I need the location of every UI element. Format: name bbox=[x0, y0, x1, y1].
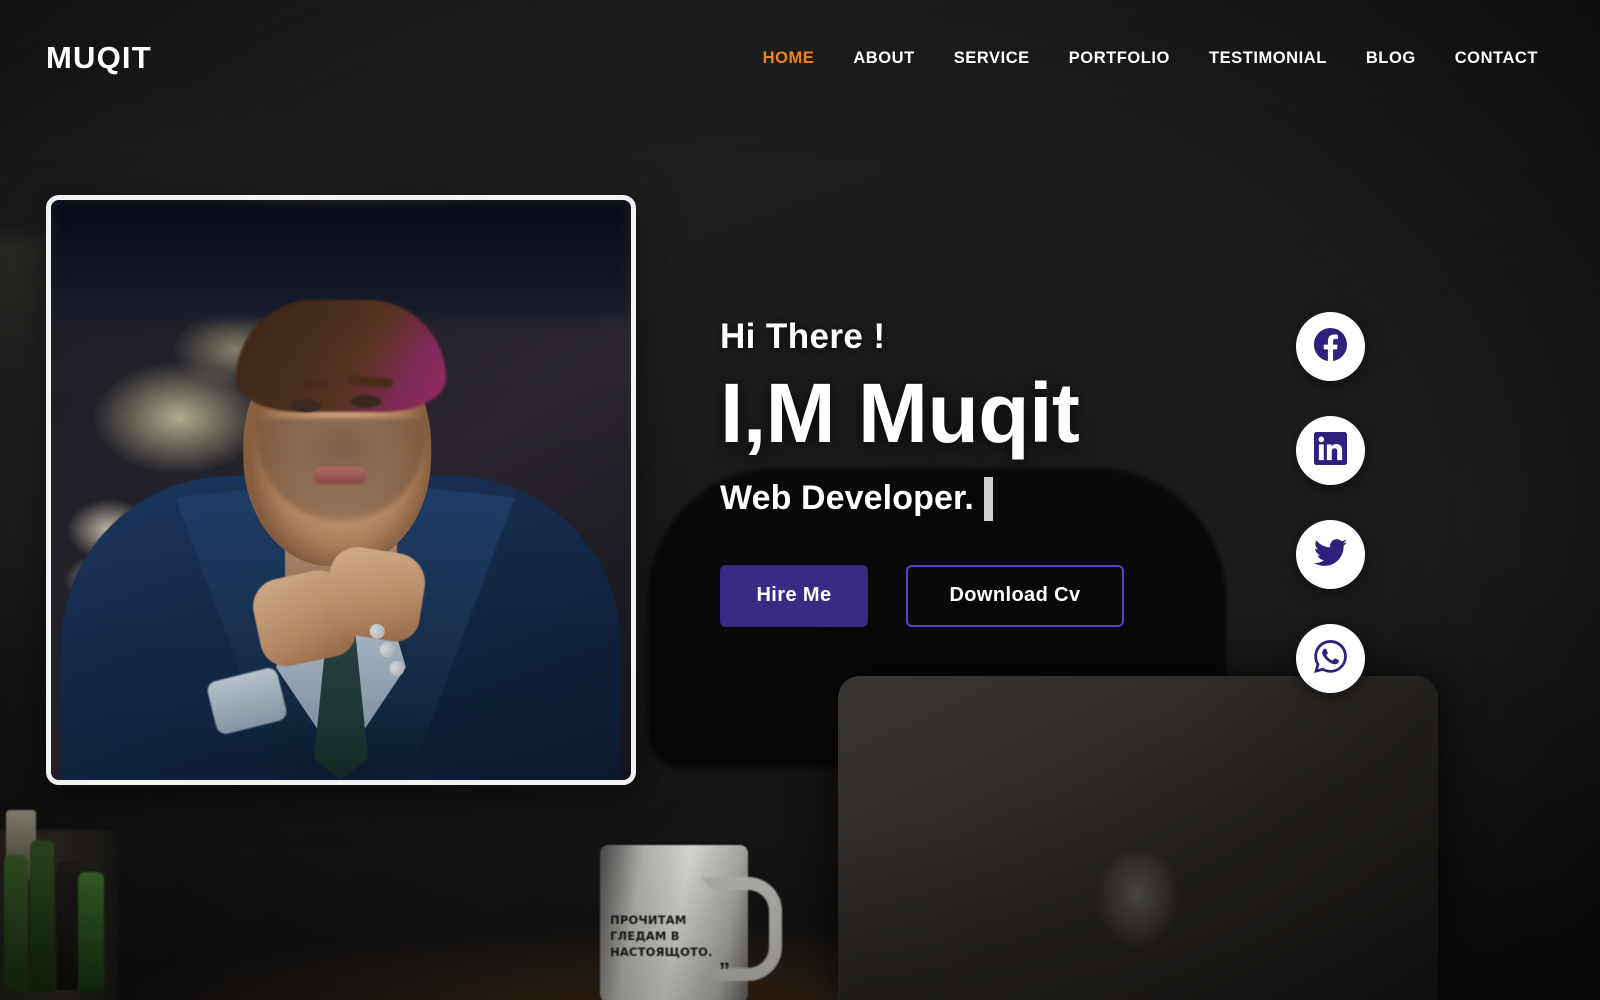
profile-photo-frame bbox=[46, 195, 636, 785]
twitter-icon bbox=[1314, 536, 1347, 574]
profile-photo bbox=[51, 200, 631, 780]
background-mug: ПРОЧИТАМ ГЛЕДАМ В НАСТОЯЩОТО. ” bbox=[600, 845, 748, 1000]
nav-item-portfolio[interactable]: PORTFOLIO bbox=[1069, 49, 1170, 68]
nav-item-contact[interactable]: CONTACT bbox=[1455, 49, 1538, 68]
typing-caret-icon bbox=[983, 476, 993, 521]
nav-item-service[interactable]: SERVICE bbox=[954, 49, 1030, 68]
whatsapp-icon bbox=[1314, 639, 1347, 678]
hero-subtitle-row: Web Developer. bbox=[720, 476, 1340, 521]
subject-mouth bbox=[313, 467, 367, 484]
nav-item-about[interactable]: ABOUT bbox=[853, 49, 914, 68]
hero-content: Hi There ! I,M Muqit Web Developer. Hire… bbox=[720, 317, 1340, 627]
background-pen bbox=[56, 862, 80, 990]
main-navigation: HOME ABOUT SERVICE PORTFOLIO TESTIMONIAL… bbox=[763, 49, 1554, 68]
nav-item-blog[interactable]: BLOG bbox=[1366, 49, 1416, 68]
facebook-icon bbox=[1314, 327, 1347, 366]
social-link-linkedin[interactable] bbox=[1296, 416, 1365, 485]
hero-greeting: Hi There ! bbox=[720, 317, 886, 356]
social-link-whatsapp[interactable] bbox=[1296, 624, 1365, 693]
download-cv-button[interactable]: Download Cv bbox=[906, 564, 1124, 627]
subject-eye-left bbox=[291, 399, 321, 412]
mug-print-text: ПРОЧИТАМ ГЛЕДАМ В НАСТОЯЩОТО. bbox=[610, 913, 713, 959]
background-pen bbox=[30, 840, 54, 992]
nav-item-testimonial[interactable]: TESTIMONIAL bbox=[1209, 49, 1327, 68]
subject-eye-right bbox=[351, 395, 381, 408]
photo-subject bbox=[51, 200, 631, 780]
social-link-facebook[interactable] bbox=[1296, 312, 1365, 381]
hire-me-button[interactable]: Hire Me bbox=[720, 564, 868, 627]
background-pen bbox=[78, 872, 104, 992]
mug-quote-glyph: ” bbox=[719, 957, 730, 983]
background-macbook bbox=[838, 676, 1438, 1000]
nav-item-home[interactable]: HOME bbox=[763, 49, 815, 68]
background-pen bbox=[4, 855, 28, 991]
social-links-rail bbox=[1296, 312, 1365, 693]
navbar: MUQIT HOME ABOUT SERVICE PORTFOLIO TESTI… bbox=[0, 0, 1600, 116]
linkedin-icon bbox=[1314, 431, 1347, 470]
social-link-twitter[interactable] bbox=[1296, 520, 1365, 589]
subject-hair bbox=[236, 300, 446, 412]
brand-logo[interactable]: MUQIT bbox=[46, 40, 152, 76]
hero-title: I,M Muqit bbox=[720, 365, 1080, 460]
hero-section: ПРОЧИТАМ ГЛЕДАМ В НАСТОЯЩОТО. ” MUQIT HO… bbox=[0, 0, 1600, 1000]
hero-cta-row: Hire Me Download Cv bbox=[720, 564, 1340, 627]
hero-subtitle: Web Developer. bbox=[720, 479, 974, 517]
